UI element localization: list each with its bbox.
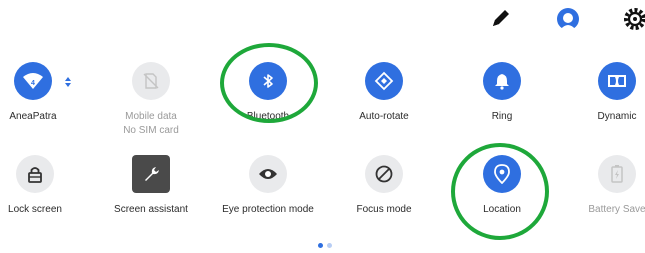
battery-icon (611, 165, 623, 183)
eye-protection-toggle[interactable] (249, 155, 287, 193)
tile-label: Mobile data No SIM card (91, 110, 211, 138)
wrench-icon (145, 167, 159, 181)
user-avatar-icon[interactable] (555, 6, 581, 32)
settings-gear-icon[interactable] (622, 6, 645, 32)
page-dot-1[interactable] (318, 243, 323, 248)
tile-label: Ring (491, 111, 513, 122)
mobile-data-sublabel: No SIM card (123, 125, 179, 136)
wifi-signal-digit: 4 (31, 80, 35, 87)
location-pin-icon (494, 164, 510, 184)
tile-label: Focus mode (356, 204, 412, 215)
bell-icon (495, 74, 509, 90)
tile-label: Location (483, 204, 521, 215)
bluetooth-icon (263, 74, 273, 88)
updown-arrows-icon (65, 74, 71, 92)
location-toggle[interactable] (483, 155, 521, 193)
pencil-icon[interactable] (487, 6, 513, 32)
auto-rotate-toggle[interactable] (365, 62, 403, 100)
dynamic-toggle[interactable] (598, 62, 636, 100)
mobile-data-toggle[interactable] (132, 62, 170, 100)
tile-label: Screen assistant (114, 204, 188, 215)
battery-saver-toggle[interactable] (598, 155, 636, 193)
screen-assistant-toggle[interactable] (132, 155, 170, 193)
tile-label: AneaPatra (9, 111, 57, 122)
page-dot-2[interactable] (327, 243, 332, 248)
mobile-data-label: Mobile data (125, 111, 177, 122)
bluetooth-toggle[interactable] (249, 62, 287, 100)
tile-label: Lock screen (8, 204, 62, 215)
lock-screen-toggle[interactable] (16, 155, 54, 193)
ring-toggle[interactable] (483, 62, 521, 100)
dolby-icon (608, 75, 626, 87)
tile-label: Dynamic (597, 111, 637, 122)
tile-label: Eye protection mode (222, 204, 314, 215)
rotate-icon (374, 71, 394, 91)
focus-mode-toggle[interactable] (365, 155, 403, 193)
tile-label: Battery Save (588, 204, 645, 215)
wifi-toggle[interactable]: 4 (14, 62, 52, 100)
tile-label: Auto-rotate (359, 111, 409, 122)
sim-card-icon (143, 73, 159, 89)
tile-label: Bluetooth (246, 111, 290, 122)
focus-mode-icon (375, 165, 393, 183)
lock-icon (28, 167, 42, 183)
page-indicator (318, 243, 332, 248)
wifi-icon: 4 (23, 73, 43, 89)
eye-icon (259, 169, 277, 179)
